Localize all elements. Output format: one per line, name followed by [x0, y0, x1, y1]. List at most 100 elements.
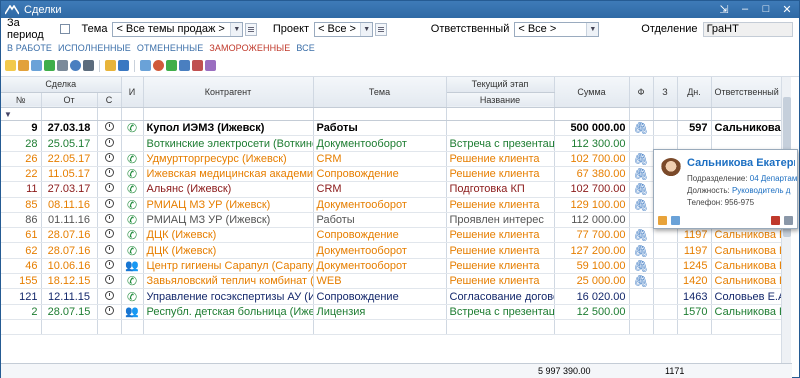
header-c[interactable]: С — [97, 92, 122, 109]
export-icon[interactable] — [205, 60, 216, 71]
header-no[interactable]: № — [1, 92, 42, 109]
phone-icon[interactable]: ✆ — [127, 182, 137, 196]
cell-responsible: Сальникова Е.В. — [711, 258, 782, 275]
header-sum[interactable]: Сумма — [554, 77, 630, 109]
expand-icon[interactable] — [784, 216, 793, 225]
cell-stage: Решение клиента — [446, 227, 555, 244]
clock-icon — [104, 198, 114, 208]
chevron-down-icon[interactable]: ▼ — [360, 22, 373, 36]
phone-icon[interactable]: ✆ — [127, 213, 137, 227]
attachment-icon[interactable]: 🖇 — [633, 121, 648, 135]
attachment-icon[interactable]: 🖇 — [633, 182, 648, 196]
responsible-select[interactable]: < Все > ▼ — [514, 21, 600, 37]
theme-list-icon[interactable] — [245, 22, 257, 36]
refresh-icon[interactable] — [44, 60, 55, 71]
position-label: Должность: — [687, 186, 730, 195]
print-icon[interactable] — [57, 60, 68, 71]
cell-days: 1420 — [677, 273, 712, 290]
table-row[interactable]: 62 28.07.16 ✆ ДЦК (Ижевск) Документооборот Ре… — [1, 242, 782, 259]
cell-responsible: Сальникова Е.В. — [711, 304, 782, 320]
phone-icon[interactable]: ✆ — [127, 198, 137, 212]
people-icon[interactable]: 👥 — [125, 306, 139, 318]
calendar-icon[interactable] — [140, 60, 151, 71]
attachment-icon[interactable]: 🖇 — [633, 167, 648, 181]
table-row[interactable]: 2 28.07.15 👥 Республ. детская больница (Иже… — [1, 304, 782, 320]
tab-frozen[interactable]: ЗАМОРОЖЕННЫЕ — [209, 43, 290, 53]
table-row[interactable]: 9 27.03.18 ✆ Купол ИЭМЗ (Ижевск) Работы 500 0… — [1, 120, 782, 137]
chevron-down-icon[interactable]: ▼ — [586, 22, 599, 36]
header-responsible[interactable]: Ответственный — [711, 77, 782, 109]
cell-c — [97, 120, 122, 137]
project-list-icon[interactable] — [375, 22, 387, 36]
search-icon[interactable] — [70, 60, 81, 71]
filter-icon[interactable] — [83, 60, 94, 71]
edit-icon[interactable] — [18, 60, 29, 71]
table-row[interactable] — [1, 319, 782, 336]
cell-responsible — [711, 319, 782, 336]
table-row[interactable]: 155 18.12.15 ✆ Завьяловский теплич комбинат… — [1, 273, 782, 290]
close-button[interactable]: ✕ — [781, 3, 793, 16]
delete-icon[interactable] — [192, 60, 203, 71]
alarm-icon[interactable] — [153, 60, 164, 71]
table-row[interactable]: 46 10.06.16 👥 Центр гигиены Сарапул (Сарапу… — [1, 258, 782, 275]
message-icon[interactable] — [671, 216, 680, 225]
cell-no: 86 — [1, 212, 42, 229]
task-icon[interactable] — [658, 216, 667, 225]
link-icon[interactable] — [179, 60, 190, 71]
popup-name[interactable]: Сальникова Екатерина — [687, 157, 795, 169]
clock-icon — [104, 168, 114, 178]
header-days[interactable]: Дн. — [677, 77, 712, 109]
period-checkbox[interactable] — [60, 24, 70, 34]
tab-completed[interactable]: ИСПОЛНЕННЫЕ — [58, 43, 131, 53]
header-i[interactable]: И — [121, 77, 144, 109]
header-from[interactable]: От — [41, 92, 98, 109]
phone-icon[interactable]: ✆ — [127, 167, 137, 181]
attachment-icon[interactable]: 🖇 — [633, 244, 648, 258]
dept-value[interactable]: 04 Департамент — [750, 174, 797, 183]
attachment-icon[interactable]: 🖇 — [633, 198, 648, 212]
minimize-button[interactable]: – — [739, 3, 751, 16]
maximize-button[interactable]: □ — [760, 3, 772, 16]
phone-icon[interactable]: ✆ — [127, 290, 137, 304]
row-filter-icon[interactable]: ▼ — [1, 107, 42, 122]
app-logo-icon — [5, 4, 19, 14]
table-row[interactable]: 61 28.07.16 ✆ ДЦК (Ижевск) Сопровождение Реше… — [1, 227, 782, 244]
block-icon[interactable] — [771, 216, 780, 225]
cell-f: 🖇 — [629, 273, 654, 290]
new-document-icon[interactable] — [5, 60, 16, 71]
copy-icon[interactable] — [31, 60, 42, 71]
table-row[interactable]: 121 12.11.15 ✆ Управление госэкспертизы АУ … — [1, 288, 782, 305]
cell-sum: 129 100.00 — [554, 197, 630, 213]
attachment-icon[interactable]: 🖇 — [633, 259, 648, 273]
attachment-icon[interactable]: 🖇 — [633, 228, 648, 242]
phone-icon[interactable]: ✆ — [127, 121, 137, 135]
phone-icon[interactable]: ✆ — [127, 244, 137, 258]
tab-all[interactable]: ВСЕ — [296, 43, 315, 53]
header-contractor[interactable]: Контрагент — [143, 77, 314, 109]
phone-icon[interactable]: ✆ — [127, 228, 137, 242]
phone-icon[interactable]: ✆ — [127, 152, 137, 166]
theme-select[interactable]: < Все темы продаж > ▼ — [112, 21, 244, 37]
header-stage-name[interactable]: Название — [446, 92, 555, 109]
attachment-icon[interactable]: 🖇 — [633, 274, 648, 288]
redo-icon[interactable] — [166, 60, 177, 71]
people-icon[interactable]: 👥 — [125, 260, 139, 272]
header-theme[interactable]: Тема — [313, 77, 447, 109]
cell-responsible: Сальникова Е.В. — [711, 273, 782, 290]
cell-sum: 16 020.00 — [554, 288, 630, 305]
cell-contractor: Управление госэкспертизы АУ (Ижев — [143, 288, 314, 305]
project-select[interactable]: < Все > ▼ — [314, 21, 374, 37]
chevron-down-icon[interactable]: ▼ — [230, 22, 243, 36]
sort-icon[interactable] — [118, 60, 129, 71]
phone-icon[interactable]: ✆ — [127, 274, 137, 288]
folder-icon[interactable] — [105, 60, 116, 71]
pin-icon[interactable]: ⇲ — [718, 3, 730, 16]
cell-i: ✆ — [121, 151, 144, 167]
cell-contractor: Купол ИЭМЗ (Ижевск) — [143, 120, 314, 137]
tab-cancelled[interactable]: ОТМЕНЕННЫЕ — [137, 43, 203, 53]
attachment-icon[interactable]: 🖇 — [633, 152, 648, 166]
cell-stage: Встреча с презентаци — [446, 304, 555, 320]
header-z[interactable]: З — [653, 77, 678, 109]
header-f[interactable]: Ф — [629, 77, 654, 109]
tab-in-work[interactable]: В РАБОТЕ — [7, 43, 52, 53]
